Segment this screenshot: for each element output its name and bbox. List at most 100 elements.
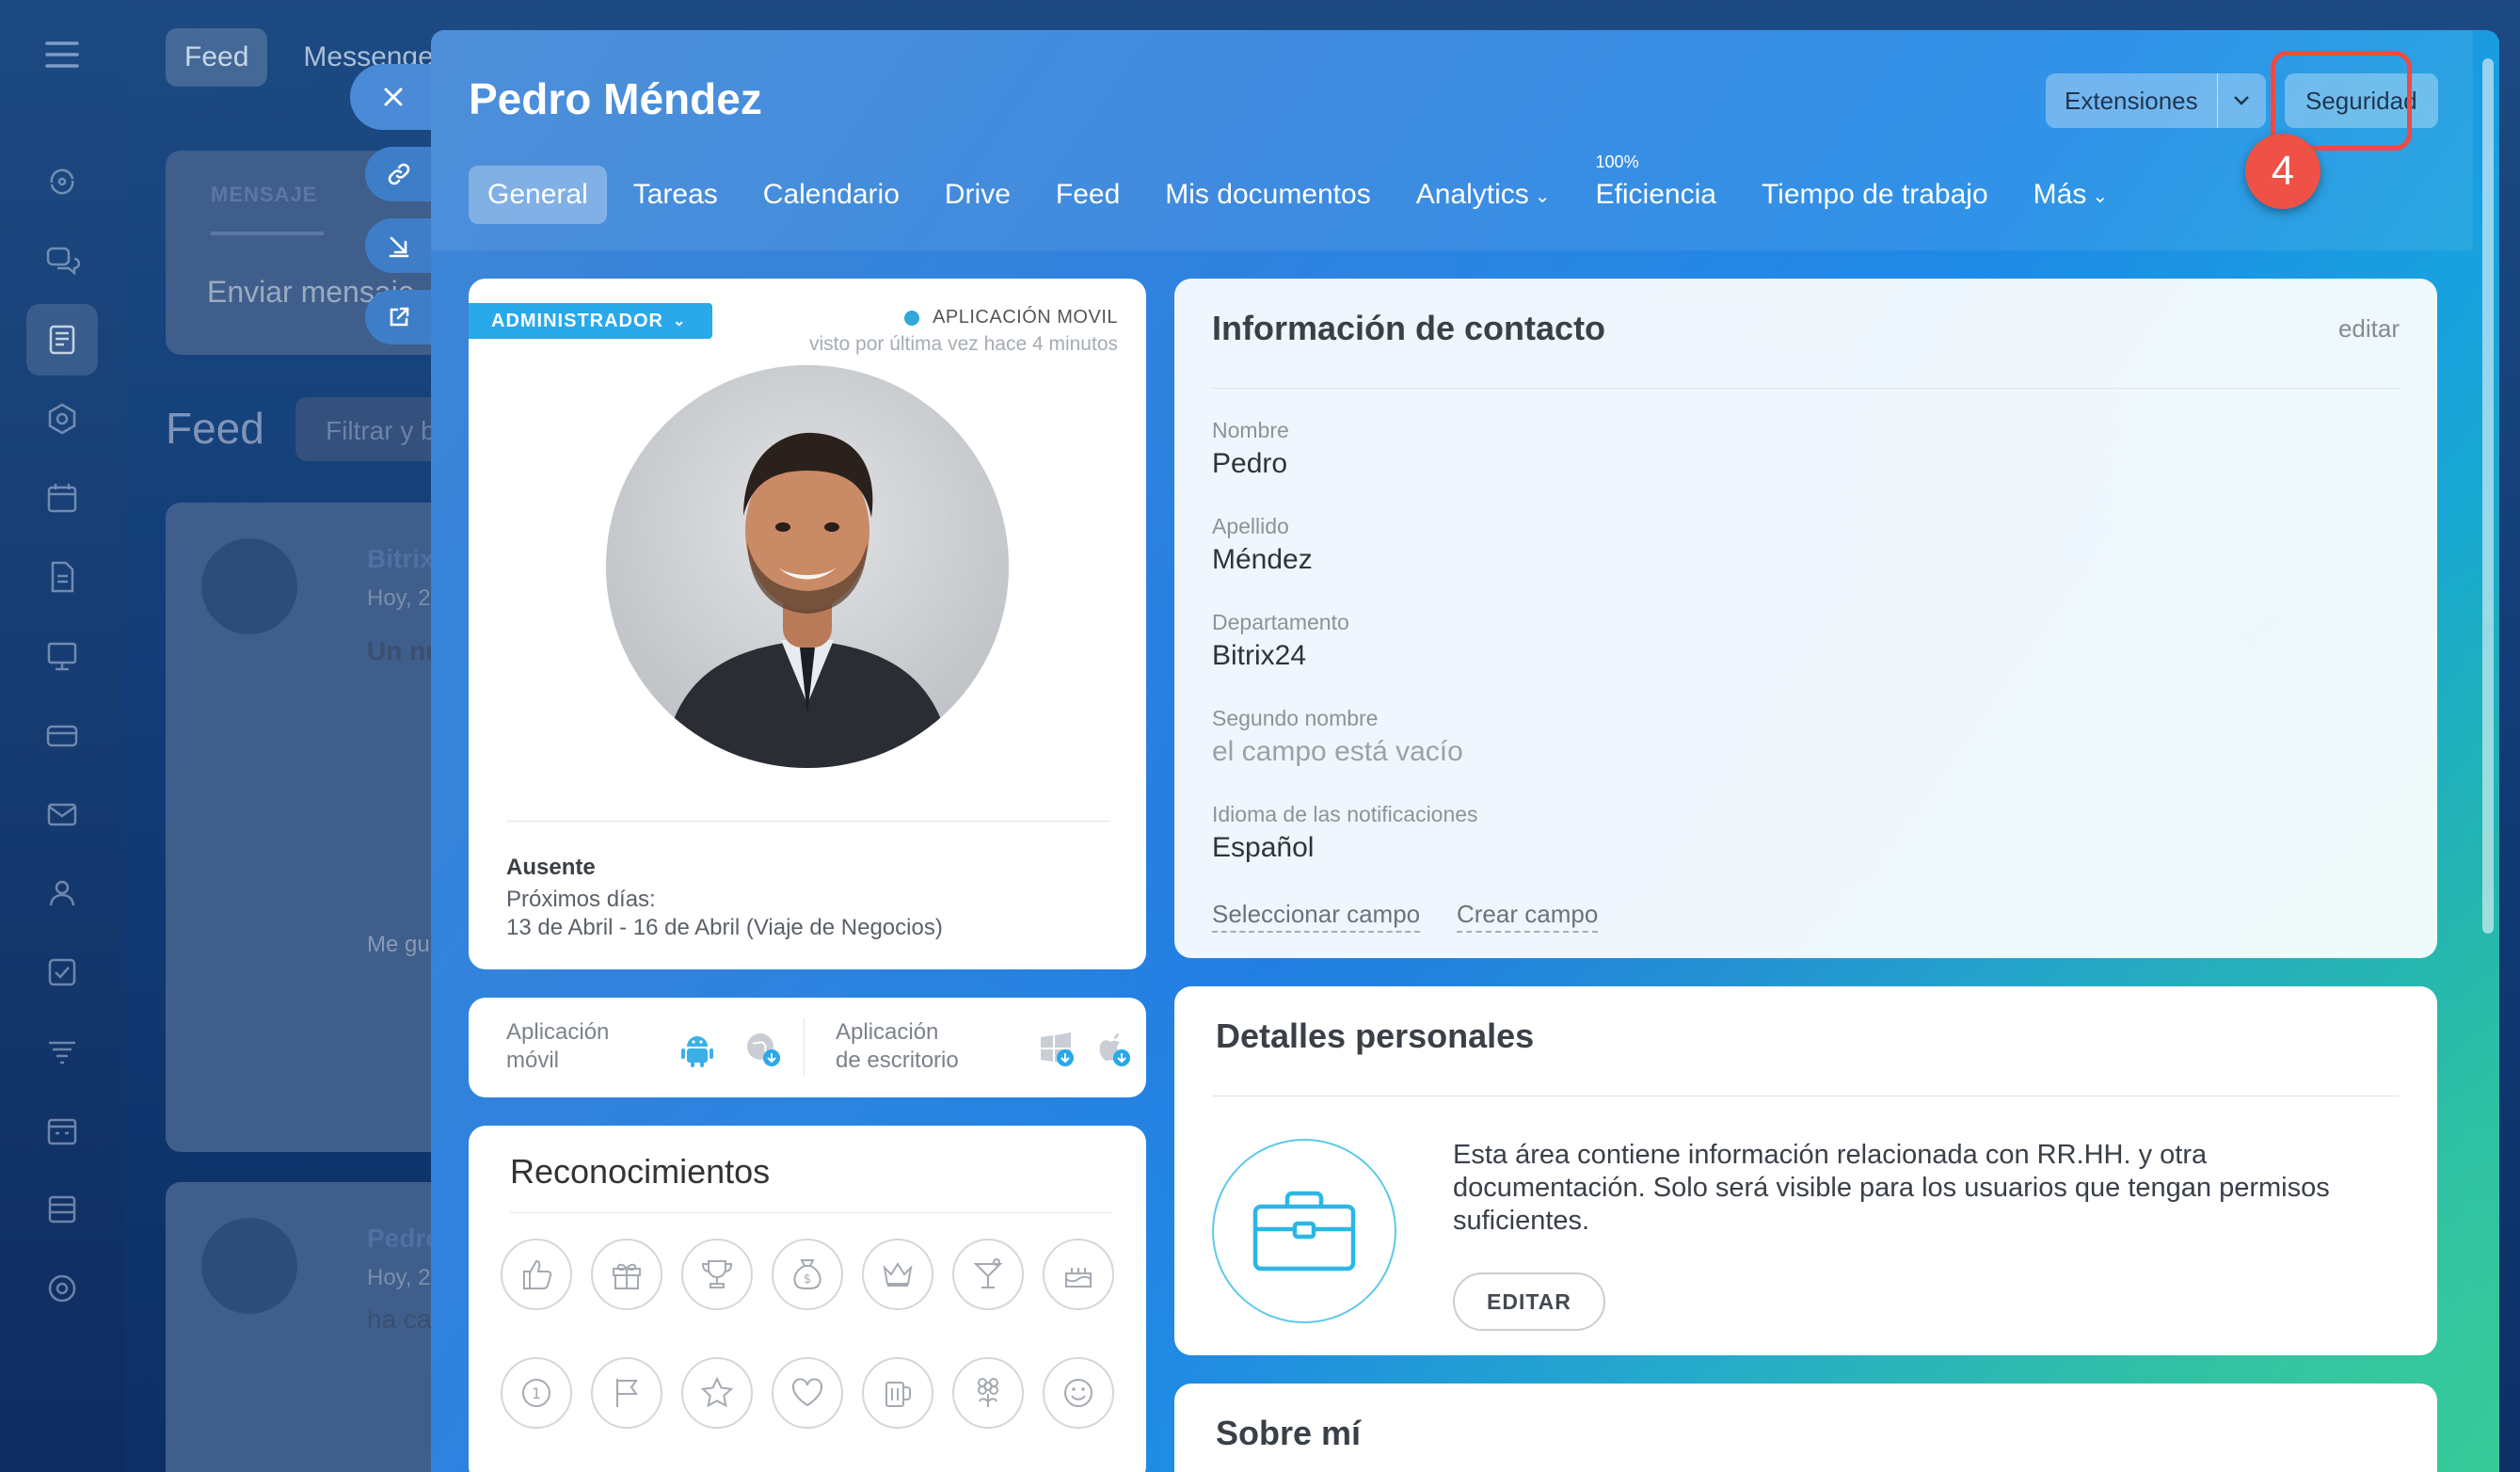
sidebar-booking-icon[interactable] — [26, 1095, 98, 1166]
smile-icon[interactable] — [1043, 1357, 1114, 1429]
divider — [804, 1018, 805, 1077]
desktop-app-label-line: Aplicación — [836, 1019, 939, 1045]
slider-scrollbar[interactable] — [2482, 58, 2494, 934]
sidebar-sites-icon[interactable] — [26, 1174, 98, 1245]
awards-card: Reconocimientos $ 1 — [469, 1126, 1146, 1472]
sidebar-feed-icon[interactable] — [26, 304, 98, 376]
sidebar-documents-icon[interactable] — [26, 541, 98, 613]
tab-label: Calendario — [762, 179, 900, 210]
tab-mas[interactable]: Más ⌄ — [2015, 166, 2127, 224]
svg-text:$: $ — [804, 1272, 811, 1287]
minimize-slider-button[interactable] — [365, 218, 440, 273]
trophy-icon[interactable] — [681, 1239, 753, 1310]
personal-details-text: Esta área contiene información relaciona… — [1453, 1140, 2330, 1236]
briefcase-icon — [1212, 1139, 1396, 1323]
create-field-link[interactable]: Crear campo — [1457, 900, 1599, 933]
sidebar-copilot-icon[interactable] — [26, 146, 98, 217]
tab-feed[interactable]: Feed — [1037, 166, 1139, 224]
chevron-down-icon — [2232, 95, 2251, 106]
tab-calendario[interactable]: Calendario — [744, 166, 918, 224]
personal-details-card: Detalles personales Esta área contiene i… — [1174, 986, 2437, 1355]
beer-icon[interactable] — [862, 1357, 933, 1429]
cake-icon[interactable] — [1043, 1239, 1114, 1310]
sidebar-messenger-icon[interactable] — [26, 225, 98, 296]
copy-link-button[interactable] — [365, 147, 440, 201]
select-field-link[interactable]: Seleccionar campo — [1212, 900, 1421, 933]
tab-label: Analytics — [1415, 179, 1529, 210]
bg-message-tab[interactable]: MENSAJE — [211, 183, 317, 207]
tab-eficiencia[interactable]: 100% Eficiencia — [1577, 152, 1735, 224]
field-value-last-name: Méndez — [1212, 544, 1313, 575]
tab-general[interactable]: General — [469, 166, 607, 224]
personal-details-title: Detalles personales — [1216, 1016, 1535, 1055]
apps-card: Aplicación móvil Aplicación de escritori… — [469, 998, 1146, 1097]
flower-icon[interactable] — [952, 1357, 1024, 1429]
sidebar-collab-icon[interactable] — [26, 383, 98, 455]
external-link-icon — [386, 304, 412, 330]
tab-analytics[interactable]: Analytics ⌄ — [1397, 166, 1570, 224]
cocktail-icon[interactable] — [952, 1239, 1024, 1310]
tab-mis-documentos[interactable]: Mis documentos — [1146, 166, 1389, 224]
field-value-department[interactable]: Bitrix24 — [1212, 640, 1306, 672]
field-label-first-name: Nombre — [1212, 418, 1289, 442]
sidebar-tasks-icon[interactable] — [26, 936, 98, 1008]
tab-tiempo-de-trabajo[interactable]: Tiempo de trabajo — [1743, 166, 2007, 224]
tab-label: Tiempo de trabajo — [1761, 179, 1988, 210]
sidebar-filter-icon[interactable] — [26, 1016, 98, 1087]
awards-title: Reconocimientos — [510, 1152, 771, 1191]
about-me-title: Sobre mí — [1216, 1414, 1362, 1452]
tab-label: Mis documentos — [1165, 179, 1371, 210]
gift-icon[interactable] — [591, 1239, 662, 1310]
field-label-middle-name: Segundo nombre — [1212, 706, 1379, 730]
mobile-app-label: Aplicación móvil — [506, 1018, 609, 1075]
open-new-window-button[interactable] — [365, 290, 440, 344]
chevron-down-icon: ⌄ — [1534, 185, 1551, 207]
tab-label: Eficiencia — [1595, 179, 1716, 210]
role-badge[interactable]: ADMINISTRADOR ⌄ — [469, 303, 713, 339]
sidebar-boards-icon[interactable] — [26, 620, 98, 692]
tab-tareas[interactable]: Tareas — [614, 166, 737, 224]
sidebar-crm-icon[interactable] — [26, 699, 98, 771]
menu-icon[interactable] — [43, 38, 81, 72]
link-icon — [386, 161, 412, 187]
apple-download-icon[interactable] — [1093, 1030, 1133, 1069]
avatar — [201, 538, 297, 634]
money-bag-icon[interactable]: $ — [772, 1239, 843, 1310]
sidebar-help-icon[interactable] — [26, 1253, 98, 1324]
avatar — [201, 1218, 297, 1314]
flag-icon[interactable] — [591, 1357, 662, 1429]
role-label: ADMINISTRADOR — [491, 310, 663, 331]
contact-info-title: Información de contacto — [1212, 309, 1606, 347]
edit-personal-button[interactable]: EDITAR — [1453, 1272, 1605, 1331]
sidebar-calendar-icon[interactable] — [26, 462, 98, 534]
star-icon[interactable] — [681, 1357, 753, 1429]
profile-photo-card: ADMINISTRADOR ⌄ APLICACIÓN MOVIL visto p… — [469, 279, 1146, 969]
absence-dates: 13 de Abril - 16 de Abril (Viaje de Nego… — [506, 915, 943, 940]
bg-feed-title: Feed — [166, 404, 264, 453]
crown-icon[interactable] — [862, 1239, 933, 1310]
number-one-icon[interactable]: 1 — [501, 1357, 572, 1429]
windows-download-icon[interactable] — [1037, 1030, 1077, 1069]
about-me-card: Sobre mí — [1174, 1384, 2437, 1472]
tab-drive[interactable]: Drive — [926, 166, 1029, 224]
field-value-middle-name: el campo está vacío — [1212, 736, 1463, 767]
sidebar-mail-icon[interactable] — [26, 778, 98, 850]
tab-label: Tareas — [632, 179, 718, 210]
profile-tabs: General Tareas Calendario Drive Feed Mis… — [469, 152, 2134, 224]
extensions-dropdown-button[interactable] — [2216, 73, 2266, 128]
edit-contact-link[interactable]: editar — [2338, 314, 2400, 344]
thumbs-up-icon[interactable] — [501, 1239, 572, 1310]
avatar[interactable] — [606, 365, 1009, 768]
mobile-app-label-line: móvil — [506, 1048, 560, 1073]
android-icon[interactable] — [678, 1030, 717, 1069]
online-dot-icon — [904, 310, 920, 326]
field-label-last-name: Apellido — [1212, 514, 1289, 538]
sidebar-employees-icon[interactable] — [26, 857, 98, 929]
tab-label: Más — [2033, 179, 2087, 210]
extensions-button-group: Extensiones — [2046, 73, 2266, 128]
heart-icon[interactable] — [772, 1357, 843, 1429]
close-slider-button[interactable] — [350, 64, 444, 130]
bg-tab-feed[interactable]: Feed — [166, 28, 268, 87]
ios-download-icon[interactable] — [743, 1030, 783, 1069]
extensions-button[interactable]: Extensiones — [2046, 73, 2217, 128]
